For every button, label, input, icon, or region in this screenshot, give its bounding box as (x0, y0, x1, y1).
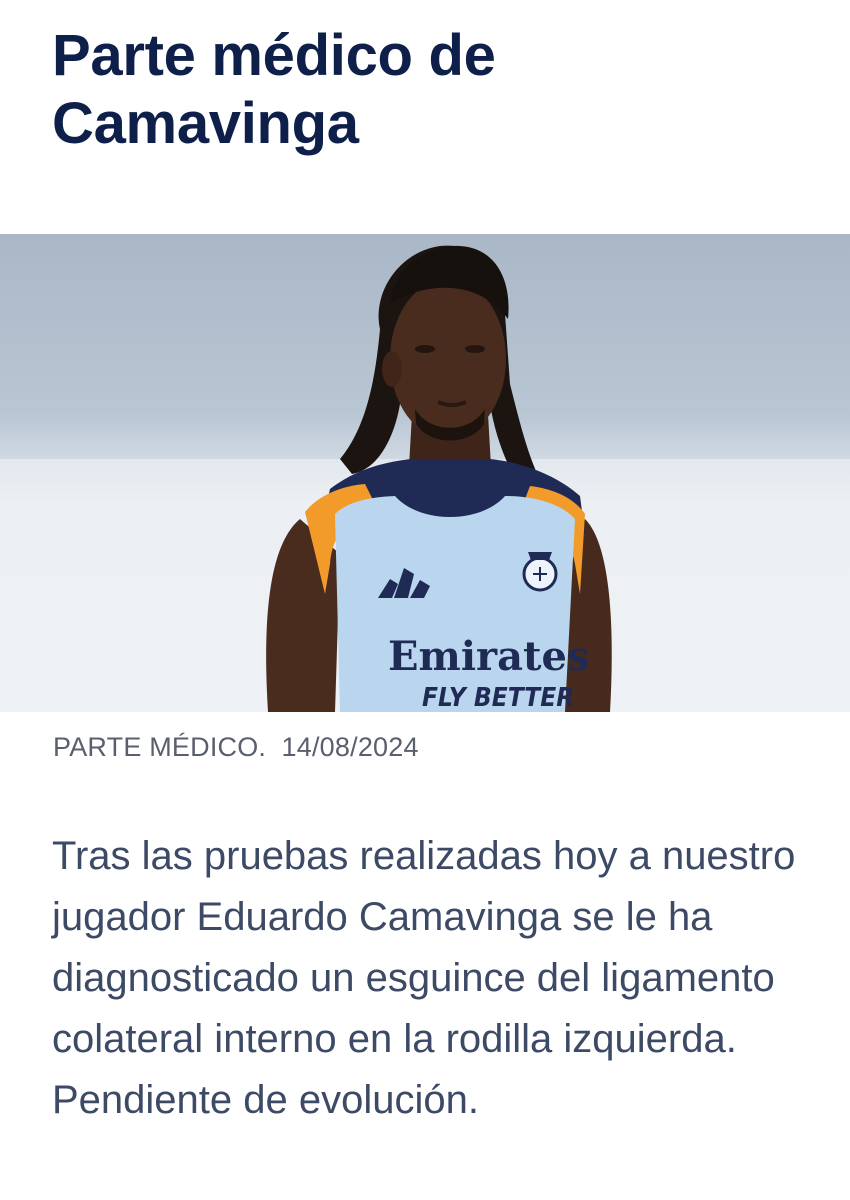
article-category: PARTE MÉDICO. (53, 732, 267, 762)
sponsor-tagline: FLY BETTER (422, 683, 574, 712)
article-body: Tras las pruebas realizadas hoy a nuestr… (52, 834, 796, 1122)
sponsor-text: Emirates (388, 633, 589, 680)
article-page: Parte médico de Camavinga Emirates FLY B… (0, 0, 850, 1200)
article-date: 14/08/2024 (281, 732, 419, 762)
article-hero-image: Emirates FLY BETTER (0, 234, 850, 712)
article-meta: PARTE MÉDICO. 14/08/2024 (53, 730, 419, 764)
article-title: Parte médico de Camavinga (52, 23, 496, 156)
player-photo: Emirates FLY BETTER (0, 245, 850, 712)
